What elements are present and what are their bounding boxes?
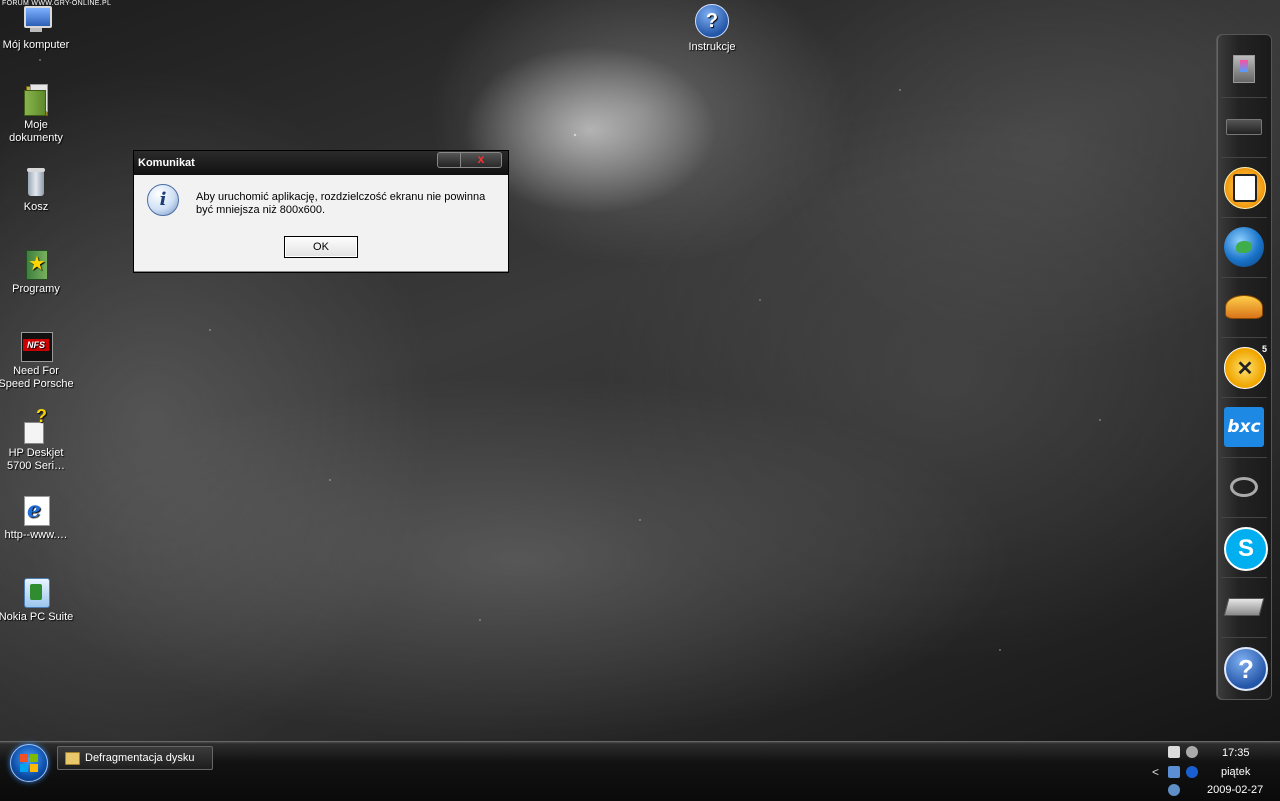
desktop-icon-label: HP Deskjet 5700 Seri… — [6, 447, 66, 472]
help-icon: ? — [695, 4, 729, 38]
my-computer-icon — [20, 4, 52, 36]
desktop-icon-nokia[interactable]: Nokia PC Suite — [0, 576, 74, 624]
my-documents-icon — [20, 84, 52, 116]
close-button[interactable]: x — [460, 152, 502, 168]
recycle-bin-icon — [20, 166, 52, 198]
desktop-icon-my-computer[interactable]: Mój komputer — [0, 4, 74, 52]
desktop-icon-label: Kosz — [23, 201, 49, 213]
network-error-icon[interactable] — [1168, 746, 1180, 758]
dialog-titlebar[interactable]: Komunikat x — [134, 151, 508, 175]
desktop-icon-label: http--www.… — [4, 529, 68, 541]
sidebar-dock: ✕ 5 bxc S ? — [1216, 34, 1272, 700]
desktop-icon-label: Need For Speed Porsche — [0, 365, 74, 390]
stopwatch-badge: 5 — [1261, 344, 1267, 354]
desktop-icon-label: Programy — [12, 283, 60, 295]
clock-date: 2009-02-27 — [1207, 784, 1264, 796]
sync-icon[interactable] — [1186, 746, 1198, 758]
dialog-body: i Aby uruchomić aplikację, rozdzielczość… — [134, 175, 508, 271]
desktop-icon-instrukcje[interactable]: ? Instrukcje — [674, 4, 750, 54]
nfs-icon: NFS — [20, 330, 53, 362]
folder-icon — [65, 752, 80, 765]
clock-day: piątek — [1221, 766, 1251, 778]
battery-icon[interactable] — [1224, 107, 1264, 147]
language-icon[interactable] — [1168, 784, 1180, 796]
desktop-icon-recycle-bin[interactable]: Kosz — [0, 166, 74, 214]
internet-explorer-icon: e — [20, 494, 52, 526]
nokia-pc-suite-icon — [20, 576, 52, 608]
taskbar-item-defrag[interactable]: Defragmentacja dysku — [57, 746, 213, 770]
face-app-icon[interactable] — [1224, 167, 1266, 209]
desktop-icon-ie-link[interactable]: e http--www.… — [0, 494, 74, 542]
globe-icon[interactable] — [1224, 227, 1264, 267]
message-dialog: Komunikat x i Aby uruchomić aplikację, r… — [133, 150, 509, 273]
start-button[interactable] — [10, 744, 48, 782]
dialog-title: Komunikat — [138, 157, 195, 169]
desktop-icon-label: Instrukcje — [688, 41, 736, 53]
clock-time[interactable]: 17:35 — [1222, 747, 1250, 759]
help-icon[interactable]: ? — [1224, 647, 1268, 691]
tray-expand-arrow[interactable]: < — [1152, 765, 1159, 779]
windows-logo-icon — [20, 754, 38, 772]
ok-button[interactable]: OK — [284, 236, 358, 258]
desktop-icon-label: Nokia PC Suite — [0, 611, 74, 623]
stadium-icon[interactable] — [1224, 287, 1264, 327]
desktop-icon-label: Moje dokumenty — [9, 119, 63, 144]
desktop-icon-nfs[interactable]: NFS Need For Speed Porsche — [0, 330, 74, 391]
desktop-icon-label: Mój komputer — [2, 39, 70, 51]
glasses-icon[interactable] — [1224, 467, 1264, 507]
printer-help-icon: ? — [20, 407, 52, 444]
scanner-icon[interactable] — [1223, 587, 1265, 627]
bluetooth-icon[interactable] — [1186, 766, 1198, 778]
stopwatch-icon[interactable]: ✕ 5 — [1224, 344, 1267, 389]
desktop-icon-hp-deskjet[interactable]: ? HP Deskjet 5700 Seri… — [0, 407, 74, 473]
camera-icon[interactable] — [1224, 49, 1264, 89]
network-icon[interactable] — [1168, 766, 1180, 778]
close-icon: x — [477, 152, 485, 166]
taskbar-item-label: Defragmentacja dysku — [85, 752, 195, 764]
bxc-icon[interactable]: bxc — [1224, 407, 1264, 447]
taskbar: Defragmentacja dysku < 17:35 piątek 2009… — [0, 741, 1280, 801]
wallpaper — [0, 0, 1280, 800]
dialog-message: Aby uruchomić aplikację, rozdzielczość e… — [196, 191, 486, 216]
minimize-button[interactable] — [437, 152, 460, 168]
programs-icon: ★ — [20, 248, 52, 280]
info-icon: i — [147, 184, 179, 216]
desktop-icon-programs[interactable]: ★ Programy — [0, 248, 74, 296]
desktop-icon-my-documents[interactable]: Moje dokumenty — [0, 84, 74, 145]
skype-icon[interactable]: S — [1224, 527, 1268, 571]
